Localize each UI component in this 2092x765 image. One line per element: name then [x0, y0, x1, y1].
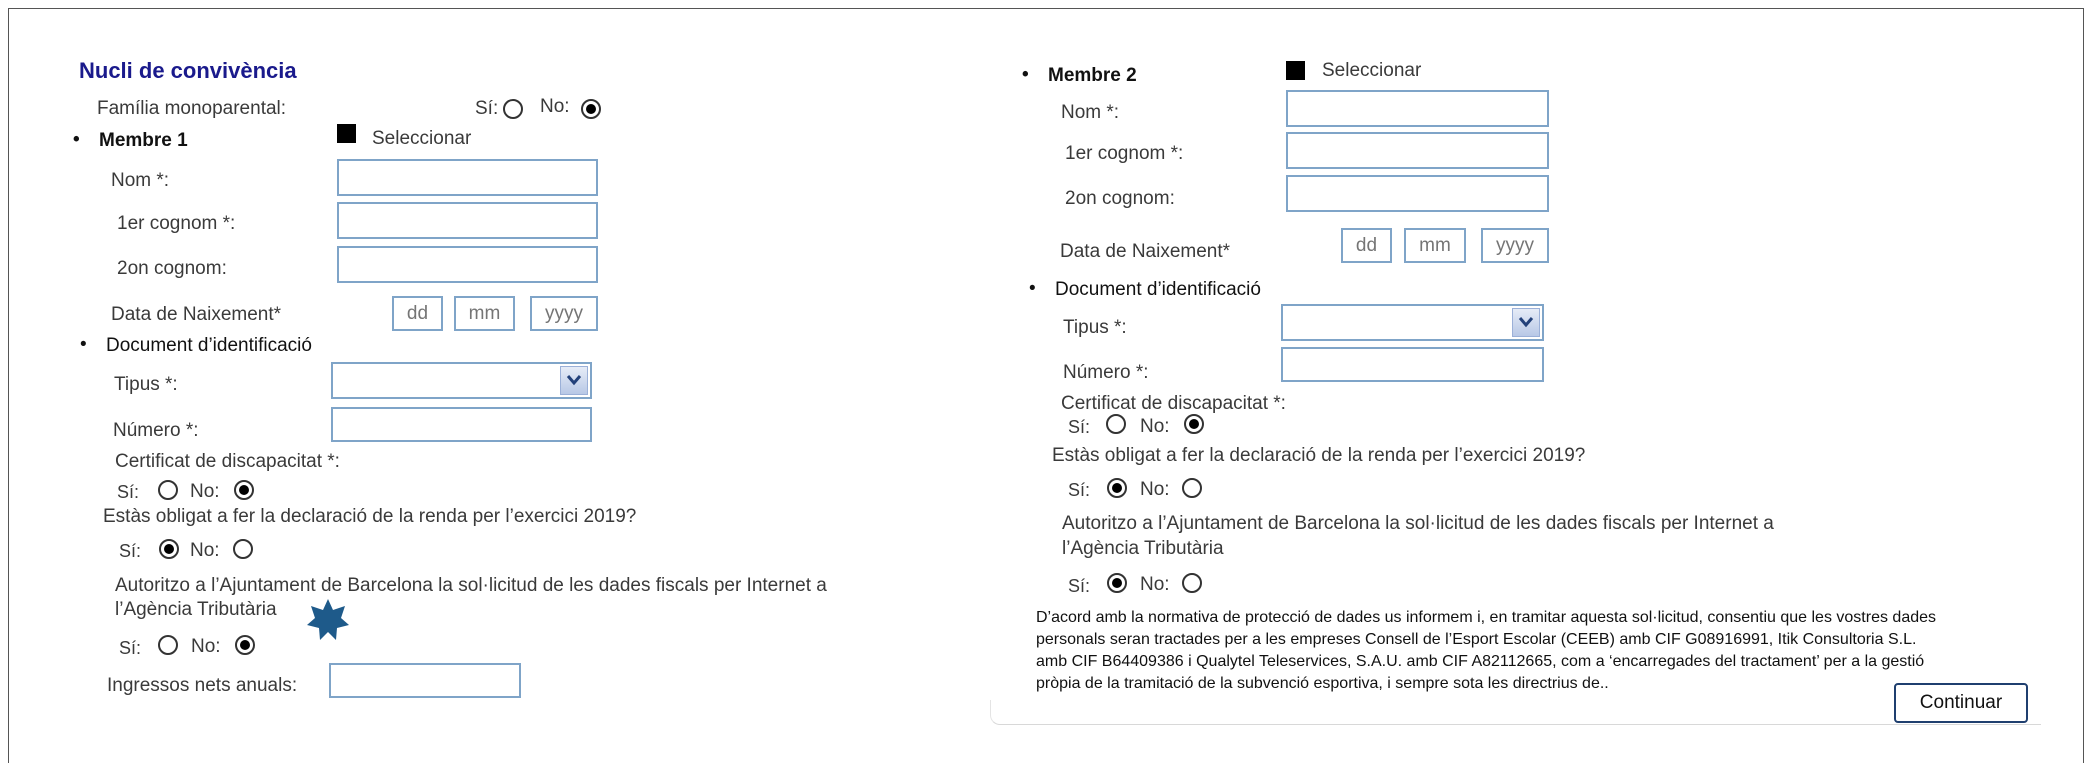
member1-authorize-yes-radio[interactable] — [158, 635, 178, 655]
single-parent-yes-label: Sí: — [475, 98, 499, 119]
member1-number-input[interactable] — [331, 407, 592, 442]
checkbox-filled-icon[interactable] — [337, 124, 356, 143]
member2-surname1-input[interactable] — [1286, 132, 1549, 169]
member1-disability-yes-radio[interactable] — [158, 480, 178, 500]
member2-birth-day[interactable] — [1341, 228, 1392, 263]
member1-surname2-input[interactable] — [337, 246, 598, 283]
member1-disability-label: Certificat de discapacitat *: — [115, 451, 340, 472]
member1-income-input[interactable] — [329, 663, 521, 698]
member2-surname1-label: 1er cognom *: — [1065, 143, 1184, 164]
dropdown-chevron-icon — [1512, 308, 1540, 337]
privacy-notice: D’acord amb la normativa de protecció de… — [1036, 609, 1937, 692]
member1-authorize-line2: l’Agència Tributària — [115, 599, 277, 620]
member1-tax-yes-radio[interactable] — [159, 539, 179, 559]
member2-tax-no-radio[interactable] — [1182, 478, 1202, 498]
single-parent-no-radio[interactable] — [581, 99, 601, 119]
member1-authorize-no-radio[interactable] — [235, 635, 255, 655]
member1-tax-no-label: No: — [190, 540, 220, 561]
member1-authorize-no-label: No: — [191, 636, 221, 657]
member2-doc-title: Document d’identificació — [1029, 278, 1261, 301]
member2-type-label: Tipus *: — [1063, 317, 1127, 338]
member2-birth-label: Data de Naixement* — [1060, 241, 1231, 262]
member2-authorize-line2: l’Agència Tributària — [1062, 538, 1224, 559]
member2-authorize-no-radio[interactable] — [1182, 573, 1202, 593]
member2-authorize-no-label: No: — [1140, 574, 1170, 595]
member1-title: Membre 1 — [73, 129, 188, 152]
member1-surname1-label: 1er cognom *: — [117, 213, 236, 234]
member2-disability-yes-radio[interactable] — [1106, 414, 1126, 434]
member2-disability-label: Certificat de discapacitat *: — [1061, 393, 1286, 414]
member2-select-label[interactable]: Seleccionar — [1322, 60, 1421, 82]
single-parent-label: Família monoparental: — [97, 98, 287, 119]
member1-income-label: Ingressos nets anuals: — [107, 675, 298, 696]
single-parent-no-label: No: — [540, 96, 570, 117]
member1-number-label: Número *: — [113, 420, 199, 441]
member1-disability-no-radio[interactable] — [234, 480, 254, 500]
member1-authorize-yes-label: Sí: — [119, 638, 142, 658]
dropdown-chevron-icon — [560, 366, 588, 395]
member1-doc-title: Document d’identificació — [80, 334, 312, 357]
member1-birth-day[interactable] — [392, 296, 443, 331]
member1-select-label[interactable]: Seleccionar — [372, 128, 471, 150]
member2-authorize-line1: Autoritzo a l’Ajuntament de Barcelona la… — [1062, 513, 1774, 534]
member2-surname2-label: 2on cognom: — [1065, 188, 1175, 209]
member1-surname1-input[interactable] — [337, 202, 598, 239]
member2-surname2-input[interactable] — [1286, 175, 1549, 212]
member1-type-select[interactable] — [331, 362, 592, 399]
member1-type-label: Tipus *: — [114, 374, 178, 395]
member2-birth-year[interactable] — [1481, 228, 1549, 263]
member2-name-input[interactable] — [1286, 90, 1549, 127]
member1-birth-year[interactable] — [530, 296, 598, 331]
member1-birth-month[interactable] — [454, 296, 515, 331]
member1-tax-no-radio[interactable] — [233, 539, 253, 559]
member1-disability-yes-label: Sí: — [117, 482, 140, 502]
member2-authorize-yes-radio[interactable] — [1107, 573, 1127, 593]
section-title: Nucli de convivència — [79, 58, 297, 83]
member2-tax-question: Estàs obligat a fer la declaració de la … — [1052, 445, 1586, 466]
member1-tax-yes-label: Sí: — [119, 541, 142, 561]
member1-birth-label: Data de Naixement* — [111, 304, 282, 325]
member2-birth-month[interactable] — [1404, 228, 1466, 263]
member2-number-label: Número *: — [1063, 362, 1149, 383]
card-border — [990, 700, 2041, 725]
member2-tax-yes-label: Sí: — [1068, 480, 1091, 500]
member1-tax-question: Estàs obligat a fer la declaració de la … — [103, 506, 637, 527]
member2-disability-no-label: No: — [1140, 416, 1170, 437]
member2-number-input[interactable] — [1281, 347, 1544, 382]
member2-title: Membre 2 — [1022, 64, 1137, 87]
member2-disability-yes-label: Sí: — [1068, 417, 1091, 437]
member2-name-label: Nom *: — [1061, 102, 1120, 123]
member1-name-label: Nom *: — [111, 170, 170, 191]
star-badge-icon — [307, 599, 349, 640]
member1-name-input[interactable] — [337, 159, 598, 196]
member2-tax-yes-radio[interactable] — [1107, 478, 1127, 498]
member2-tax-no-label: No: — [1140, 479, 1170, 500]
member1-authorize-line1: Autoritzo a l’Ajuntament de Barcelona la… — [115, 575, 827, 596]
single-parent-yes-radio[interactable] — [503, 99, 523, 119]
member2-type-select[interactable] — [1281, 304, 1544, 341]
checkbox-filled-icon[interactable] — [1286, 61, 1305, 80]
member2-authorize-yes-label: Sí: — [1068, 576, 1091, 596]
member1-disability-no-label: No: — [190, 481, 220, 502]
member1-surname2-label: 2on cognom: — [117, 258, 227, 279]
member2-disability-no-radio[interactable] — [1184, 414, 1204, 434]
continue-button[interactable]: Continuar — [1894, 683, 2028, 723]
